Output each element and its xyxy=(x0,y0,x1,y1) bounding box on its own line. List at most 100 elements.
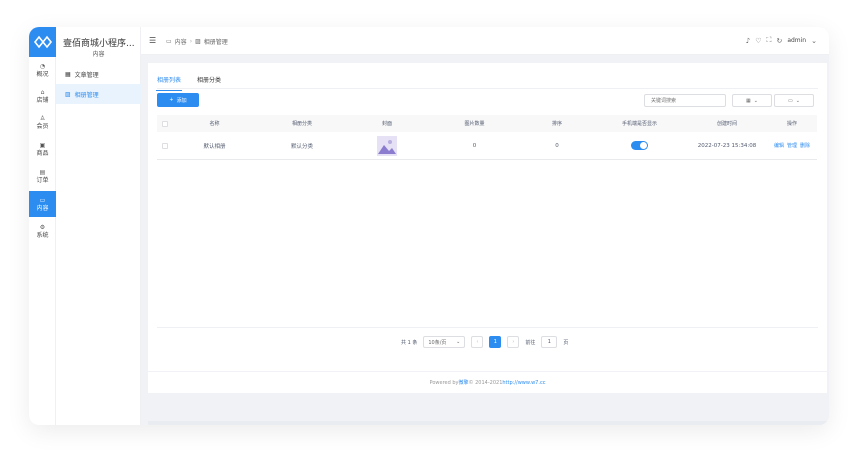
user-menu[interactable]: admin xyxy=(787,37,806,44)
mobile-display-toggle[interactable] xyxy=(631,141,648,150)
app-window: ◔ 概况 ⌂ 店铺 ♙ 会员 ▣ 商品 ▤ 订单 ▭ 内容 ⚙ 系统 壹佰商城小… xyxy=(29,27,829,425)
content-card: 相册列表 相册分类 + 添加 ▦ ⌄ ▭ ⌄ 名称 相册分类 封面 图片数量 排… xyxy=(148,63,827,371)
sidebar-item-members[interactable]: ♙ 会员 xyxy=(29,109,56,135)
subnav-item-label: 文章管理 xyxy=(74,71,99,79)
column-header: 名称 xyxy=(209,121,220,127)
sidebar-item-label: 订单 xyxy=(36,176,49,184)
footer-prefix: Powered by xyxy=(429,379,459,386)
footer-site-link[interactable]: http://www.w7.cc xyxy=(502,380,545,386)
created-time: 2022-07-23 15:34:08 xyxy=(697,142,757,149)
export-button[interactable]: ▭ ⌄ xyxy=(774,94,814,107)
menu-toggle-icon[interactable]: ☰ xyxy=(149,36,156,45)
footer-brand-link[interactable]: 微擎 xyxy=(459,379,469,386)
add-button-label: 添加 xyxy=(176,97,187,104)
column-header: 相册分类 xyxy=(291,121,312,127)
fullscreen-icon[interactable]: ⛶ xyxy=(767,36,772,45)
image-count: 0 xyxy=(472,142,477,149)
top-header: ☰ ▭ 内容 › ▨ 相册管理 ♪ ♡ ⛶ ↻ admin ⌄ xyxy=(141,27,829,55)
footer: Powered by 微擎 © 2014-2021 http://www.w7.… xyxy=(148,371,827,393)
subnav-item-articles[interactable]: ▦ 文章管理 xyxy=(56,64,141,84)
sidebar-item-label: 会员 xyxy=(36,122,49,130)
delete-link[interactable]: 删除 xyxy=(800,142,810,149)
page-size-value: 10条/页 xyxy=(428,339,447,346)
column-header: 图片数量 xyxy=(464,121,485,127)
row-checkbox[interactable] xyxy=(161,142,168,149)
sidebar-item-content[interactable]: ▭ 内容 xyxy=(29,191,56,217)
image-icon: ▨ xyxy=(65,90,71,98)
sidebar-item-overview[interactable]: ◔ 概况 xyxy=(29,57,56,83)
select-all-checkbox[interactable] xyxy=(161,120,168,127)
tab-album-list[interactable]: 相册列表 xyxy=(155,71,183,91)
breadcrumb-item: 相册管理 xyxy=(203,39,228,46)
column-header: 封面 xyxy=(381,121,392,127)
tab-divider xyxy=(157,88,818,89)
album-table: 名称 相册分类 封面 图片数量 排序 手机端是否显示 创建时间 操作 默认相册 … xyxy=(157,115,817,160)
column-header: 手机端是否显示 xyxy=(621,121,657,127)
select-all-cell[interactable] xyxy=(157,120,172,127)
goto-label: 前往 xyxy=(525,339,536,346)
album-name: 默认相册 xyxy=(203,143,226,150)
cover-cell xyxy=(347,135,427,156)
breadcrumb-separator-icon: › xyxy=(189,38,193,45)
search-input[interactable] xyxy=(644,94,726,107)
table-row: 默认相册 默认分类 0 0 2022-07-23 15:34:08 编辑 管理 … xyxy=(157,132,817,160)
breadcrumb: ▭ 内容 › ▨ 相册管理 xyxy=(166,37,228,46)
image-icon: ▨ xyxy=(195,38,201,45)
goto-page-input[interactable]: 1 xyxy=(541,336,558,348)
grid-icon: ▦ xyxy=(746,97,751,104)
sort-value: 0 xyxy=(555,142,559,149)
manage-link[interactable]: 管理 xyxy=(787,142,797,149)
user-icon: ♙ xyxy=(39,114,46,122)
page-suffix: 页 xyxy=(563,339,569,346)
bell-icon[interactable]: ♪ xyxy=(746,37,750,45)
row-select-cell[interactable] xyxy=(157,142,172,149)
store-name: 壹佰商城小程序... xyxy=(63,39,135,49)
sidebar-item-label: 商品 xyxy=(36,149,49,157)
refresh-icon[interactable]: ↻ xyxy=(776,37,782,45)
tabs: 相册列表 相册分类 xyxy=(155,71,221,91)
image-placeholder-icon xyxy=(377,135,397,156)
subnav-item-label: 相册管理 xyxy=(74,91,99,99)
sidebar-item-system[interactable]: ⚙ 系统 xyxy=(29,218,56,244)
prev-page-button[interactable]: ‹ xyxy=(471,336,484,348)
add-button[interactable]: + 添加 xyxy=(157,93,199,107)
sidebar-item-label: 概况 xyxy=(36,70,49,78)
sidebar-item-goods[interactable]: ▣ 商品 xyxy=(29,136,56,162)
page-number-button[interactable]: 1 xyxy=(489,336,502,348)
total-count: 共 1 条 xyxy=(401,339,418,346)
shirt-icon[interactable]: ♡ xyxy=(755,37,761,45)
dashboard-icon: ◔ xyxy=(39,62,46,70)
sub-sidebar: 壹佰商城小程序... 内容 ▦ 文章管理 ▨ 相册管理 xyxy=(56,27,141,425)
cover-image-icon[interactable] xyxy=(377,135,397,156)
chevron-right-icon: › xyxy=(512,339,515,345)
main-sidebar: ◔ 概况 ⌂ 店铺 ♙ 会员 ▣ 商品 ▤ 订单 ▭ 内容 ⚙ 系统 xyxy=(29,27,56,425)
column-header: 创建时间 xyxy=(716,121,737,127)
sidebar-item-label: 系统 xyxy=(36,231,49,239)
pagination: 共 1 条 10条/页 ⌄ ‹ 1 › 前往 1 页 xyxy=(401,336,568,348)
subnav-item-albums[interactable]: ▨ 相册管理 xyxy=(56,84,141,104)
folder-icon: ▭ xyxy=(39,196,46,204)
tab-album-category[interactable]: 相册分类 xyxy=(197,71,221,89)
edit-link[interactable]: 编辑 xyxy=(774,142,784,149)
sidebar-item-shop[interactable]: ⌂ 店铺 xyxy=(29,83,56,109)
gear-icon: ⚙ xyxy=(39,223,46,231)
chevron-down-icon: ⌄ xyxy=(753,97,758,104)
chevron-down-icon: ⌄ xyxy=(795,97,800,104)
sidebar-item-label: 店铺 xyxy=(36,96,49,104)
folder-icon: ▭ xyxy=(166,38,172,45)
table-header: 名称 相册分类 封面 图片数量 排序 手机端是否显示 创建时间 操作 xyxy=(157,115,817,132)
row-actions: 编辑 管理 删除 xyxy=(767,142,817,149)
goods-icon: ▣ xyxy=(39,141,46,149)
page-size-select[interactable]: 10条/页 ⌄ xyxy=(423,336,466,348)
sidebar-item-orders[interactable]: ▤ 订单 xyxy=(29,163,56,189)
pager-divider xyxy=(157,327,818,328)
order-icon: ▤ xyxy=(39,168,46,176)
next-page-button[interactable]: › xyxy=(507,336,520,348)
chevron-down-icon[interactable]: ⌄ xyxy=(811,37,817,45)
column-settings-button[interactable]: ▦ ⌄ xyxy=(732,94,772,107)
article-icon: ▦ xyxy=(65,70,71,78)
section-title: 内容 xyxy=(92,51,105,58)
logo[interactable] xyxy=(29,27,56,57)
header-tools: ♪ ♡ ⛶ ↻ admin ⌄ xyxy=(746,36,817,45)
breadcrumb-item[interactable]: 内容 xyxy=(175,37,187,46)
